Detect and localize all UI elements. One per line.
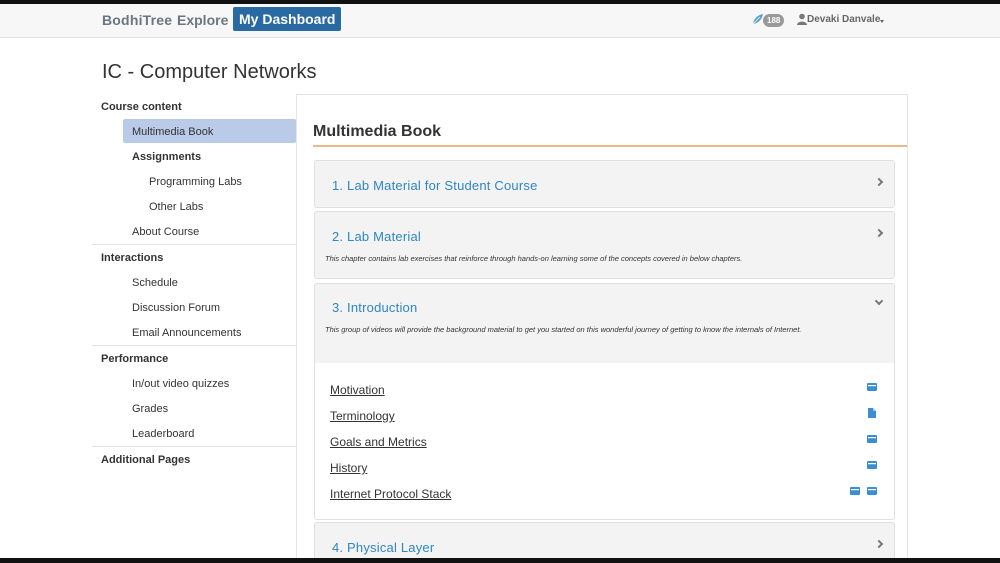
video-icon[interactable] [867,487,877,495]
chapter-title[interactable]: 4. Physical Layer [332,540,434,555]
chapter-panel-4[interactable]: 4. Physical Layer [314,522,895,562]
lesson-link-terminology[interactable]: Terminology [330,409,395,423]
sidebar-section-additional-pages[interactable]: Additional Pages [101,454,190,466]
chapter-panel-1[interactable]: 1. Lab Material for Student Course [314,160,895,208]
sidebar-item-schedule[interactable]: Schedule [132,277,178,289]
chevron-down-icon[interactable] [874,296,884,306]
my-dashboard-button[interactable]: My Dashboard [233,7,342,31]
sidebar-item-email-announcements[interactable]: Email Announcements [132,327,241,339]
lesson-link-goals-and-metrics[interactable]: Goals and Metrics [330,435,427,449]
sidebar-item-assignments[interactable]: Assignments [132,151,201,163]
chapter-panel-3[interactable]: 3. Introduction This group of videos wil… [314,283,895,364]
video-icon[interactable] [850,487,860,495]
sidebar-item-multimedia-book[interactable]: Multimedia Book [132,126,213,138]
document-icon[interactable] [868,408,876,418]
notification-badge[interactable]: 188 [763,14,785,27]
chevron-down-icon[interactable] [880,20,884,23]
chapter-3-lessons: Motivation Terminology Goals and Metrics… [314,363,895,520]
user-icon [797,13,807,25]
chapter-description: This chapter contains lab exercises that… [325,254,743,263]
chapter-title[interactable]: 3. Introduction [332,300,417,315]
sidebar-item-about-course[interactable]: About Course [132,226,199,238]
sidebar-item-grades[interactable]: Grades [132,403,168,415]
brand-link[interactable]: BodhiTree [102,12,172,28]
video-icon[interactable] [867,461,877,469]
sidebar-item-leaderboard[interactable]: Leaderboard [132,428,194,440]
section-title: Multimedia Book [313,123,442,140]
chapter-description: This group of videos will provide the ba… [325,325,802,334]
user-menu[interactable]: Devaki Danvale [807,14,880,25]
title-underline [313,145,907,147]
chevron-right-icon[interactable] [874,539,884,549]
sidebar-section-performance[interactable]: Performance [101,353,168,365]
video-icon[interactable] [867,383,877,391]
sidebar-divider [92,446,296,447]
chevron-right-icon[interactable] [874,177,884,187]
explore-link[interactable]: Explore [177,12,228,28]
sidebar-section-course-content[interactable]: Course content [101,101,182,113]
sidebar-divider [92,345,296,346]
chapter-panel-2[interactable]: 2. Lab Material This chapter contains la… [314,211,895,279]
lesson-link-internet-protocol-stack[interactable]: Internet Protocol Stack [330,487,451,501]
lesson-link-history[interactable]: History [330,461,367,475]
sidebar-item-discussion-forum[interactable]: Discussion Forum [132,302,220,314]
sidebar-item-programming-labs[interactable]: Programming Labs [149,176,242,188]
chapter-title[interactable]: 1. Lab Material for Student Course [332,178,538,193]
chevron-right-icon[interactable] [874,228,884,238]
sidebar-item-video-quizzes[interactable]: In/out video quizzes [132,378,229,390]
bottom-frame-border [0,558,1000,563]
page-title: IC - Computer Networks [102,61,317,83]
top-navbar: BodhiTree Explore My Dashboard 188 Devak… [0,4,1000,38]
sidebar-section-interactions[interactable]: Interactions [101,252,163,264]
lesson-link-motivation[interactable]: Motivation [330,383,385,397]
sidebar-item-other-labs[interactable]: Other Labs [149,201,203,213]
video-icon[interactable] [867,435,877,443]
sidebar-divider [92,244,296,245]
chapter-title[interactable]: 2. Lab Material [332,229,421,244]
